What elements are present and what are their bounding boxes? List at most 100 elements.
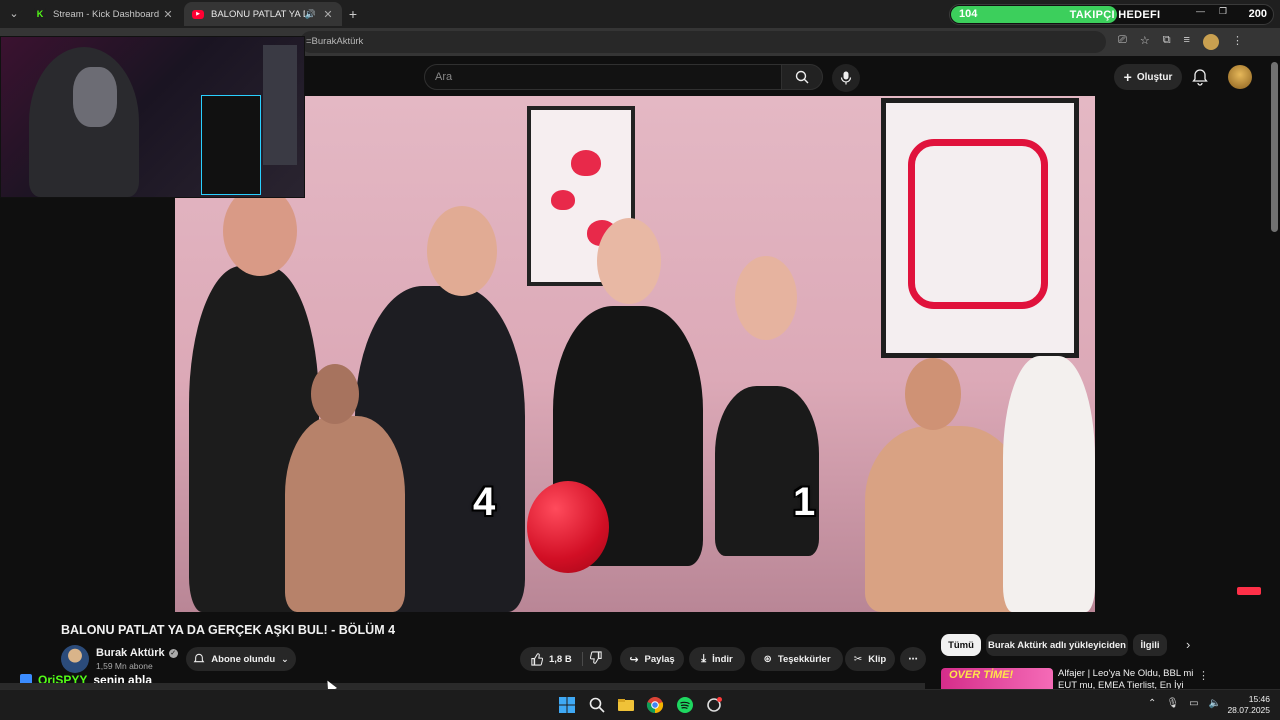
download-button[interactable]: ⤓ İndir bbox=[689, 647, 745, 671]
download-label: İndir bbox=[712, 653, 733, 665]
channel-name[interactable]: Burak Aktürk ✓ bbox=[96, 647, 178, 659]
profile-avatar[interactable] bbox=[1202, 34, 1219, 50]
tab-youtube-video[interactable]: ▶ BALONU PATLAT YA DA GERÇEK AŞKI BUL! -… bbox=[184, 2, 342, 26]
chip-all[interactable]: Tümü bbox=[941, 634, 981, 656]
muscular-man-sticker bbox=[285, 416, 405, 612]
thumbs-up-icon bbox=[531, 652, 543, 666]
notifications-bell-icon[interactable] bbox=[1191, 68, 1209, 86]
video-player[interactable]: 4 1 bbox=[175, 96, 1095, 612]
youtube-account-avatar[interactable] bbox=[1228, 65, 1252, 89]
microphone-icon bbox=[840, 71, 852, 85]
window-controls: — ❐ bbox=[1196, 6, 1227, 17]
extensions-icon[interactable]: ⧉ bbox=[1163, 34, 1171, 50]
host-head bbox=[427, 206, 497, 296]
shirtless-man bbox=[865, 426, 1025, 612]
verified-check-icon: ✓ bbox=[168, 648, 178, 658]
cast-icon[interactable]: ⎚ bbox=[1118, 34, 1127, 50]
super-thanks-icon: ⊛ bbox=[763, 653, 772, 665]
clock-time: 15:46 bbox=[1248, 694, 1270, 704]
omnibox[interactable]: =BurakAktürk bbox=[300, 31, 1106, 53]
share-button[interactable]: ↪ Paylaş bbox=[620, 647, 684, 671]
contestant-number-4: 4 bbox=[473, 480, 496, 524]
search-button[interactable] bbox=[781, 64, 823, 90]
follower-goal-target: 200 bbox=[1248, 8, 1267, 20]
restore-icon[interactable]: ❐ bbox=[1219, 6, 1227, 17]
more-horizontal-icon: ⋯ bbox=[908, 653, 918, 665]
subscriber-count: 1,59 Mn abone bbox=[96, 661, 153, 671]
tab-search-chevron-icon[interactable]: ⌄ bbox=[6, 6, 22, 22]
chrome-icon[interactable] bbox=[646, 696, 664, 714]
scissors-icon: ✂ bbox=[853, 653, 863, 665]
like-button[interactable]: 1,8 B bbox=[520, 647, 612, 671]
share-arrow-icon: ↪ bbox=[629, 653, 639, 666]
tab-label: Stream - Kick Dashboard bbox=[53, 8, 160, 20]
person-head bbox=[311, 364, 359, 424]
like-count: 1,8 B bbox=[549, 653, 572, 665]
chevron-right-icon[interactable]: › bbox=[1186, 637, 1190, 652]
file-explorer-icon[interactable] bbox=[617, 696, 635, 714]
speaker-icon[interactable]: 🔊 bbox=[305, 9, 316, 20]
person-head bbox=[223, 186, 297, 276]
minimize-icon[interactable]: — bbox=[1196, 6, 1205, 17]
app-settings-icon[interactable] bbox=[705, 696, 723, 714]
streamer-webcam-overlay bbox=[0, 36, 305, 198]
love-you-poster bbox=[881, 98, 1079, 358]
kick-favicon-icon: K bbox=[34, 8, 46, 20]
tab-kick-dashboard[interactable]: K Stream - Kick Dashboard ✕ bbox=[26, 2, 182, 26]
tab-label: BALONU PATLAT YA DA GERÇEK AŞKI BUL! - B… bbox=[211, 8, 305, 20]
subtitles-badge-icon bbox=[1237, 587, 1261, 595]
tray-mic-icon[interactable]: 🎙 bbox=[1166, 698, 1179, 709]
follower-goal-current: 104 bbox=[959, 8, 978, 20]
download-icon: ⤓ bbox=[701, 652, 707, 665]
channel-avatar[interactable] bbox=[61, 645, 89, 673]
recommended-video-thumbnail[interactable]: OVER TİME! bbox=[941, 668, 1053, 690]
chip-from-uploader[interactable]: Burak Aktürk adlı yükleyiciden bbox=[986, 634, 1128, 656]
create-label: Oluştur bbox=[1136, 71, 1173, 83]
close-tab-icon[interactable]: ✕ bbox=[322, 8, 334, 21]
more-actions-button[interactable]: ⋯ bbox=[900, 647, 926, 671]
tray-overflow-icon[interactable]: ⌃ bbox=[1148, 698, 1156, 709]
chip-related[interactable]: İlgili bbox=[1133, 634, 1167, 656]
person-head bbox=[905, 358, 961, 430]
spotify-icon[interactable] bbox=[676, 696, 694, 714]
url-text: =BurakAktürk bbox=[306, 36, 364, 47]
love-you-sign bbox=[908, 139, 1048, 309]
taskbar-clock[interactable]: 15:46 28.07.2025 bbox=[1226, 694, 1270, 716]
subscribed-button[interactable]: Abone olundu ⌄ bbox=[186, 647, 296, 671]
volume-icon[interactable]: 🔈 bbox=[1209, 698, 1221, 709]
create-button[interactable]: + Oluştur bbox=[1114, 64, 1182, 90]
clip-button[interactable]: ✂ Klip bbox=[845, 647, 895, 671]
browser-tab-strip: ⌄ K Stream - Kick Dashboard ✕ ▶ BALONU P… bbox=[0, 0, 1280, 28]
voice-search-button[interactable] bbox=[832, 64, 860, 92]
close-tab-icon[interactable]: ✕ bbox=[162, 8, 174, 21]
new-tab-button[interactable]: + bbox=[346, 6, 360, 22]
follower-goal-title: TAKIPÇI HEDEFI bbox=[1069, 9, 1161, 21]
windows-start-icon[interactable] bbox=[558, 696, 576, 714]
taskbar-search-icon[interactable] bbox=[588, 696, 606, 714]
pc-tower bbox=[201, 95, 261, 195]
clip-label: Klip bbox=[868, 653, 887, 665]
thanks-label: Teşekkürler bbox=[777, 653, 831, 665]
bookmark-star-icon[interactable]: ☆ bbox=[1140, 34, 1150, 50]
share-label: Paylaş bbox=[644, 653, 675, 665]
woman-white-top bbox=[1003, 356, 1095, 612]
person-head bbox=[597, 218, 661, 304]
more-vertical-icon[interactable]: ⋮ bbox=[1198, 669, 1209, 682]
subscribed-label: Abone olundu bbox=[211, 653, 276, 665]
search-input[interactable]: Ara bbox=[424, 64, 782, 90]
thumbs-down-icon[interactable] bbox=[590, 651, 603, 664]
heart-shape bbox=[571, 150, 601, 176]
search-icon bbox=[795, 70, 809, 84]
media-controls-icon[interactable]: ≡ bbox=[1184, 34, 1190, 50]
thanks-button[interactable]: ⊛ Teşekkürler bbox=[751, 647, 843, 671]
system-tray: ⌃ 🎙 ▭ 🔈 bbox=[1148, 698, 1221, 709]
chevron-down-icon: ⌄ bbox=[281, 653, 289, 664]
recommended-video-title[interactable]: Alfajer | Leo'ya Ne Oldu, BBL mi EUT mu,… bbox=[1058, 668, 1194, 690]
red-balloon bbox=[527, 481, 609, 573]
network-icon[interactable]: ▭ bbox=[1189, 698, 1198, 709]
woman-red-tie bbox=[715, 386, 819, 556]
channel-name-text: Burak Aktürk bbox=[96, 647, 165, 659]
page-scrollbar[interactable] bbox=[1271, 62, 1278, 232]
browser-menu-icon[interactable]: ⋮ bbox=[1232, 34, 1243, 50]
plus-icon: + bbox=[1123, 69, 1132, 85]
